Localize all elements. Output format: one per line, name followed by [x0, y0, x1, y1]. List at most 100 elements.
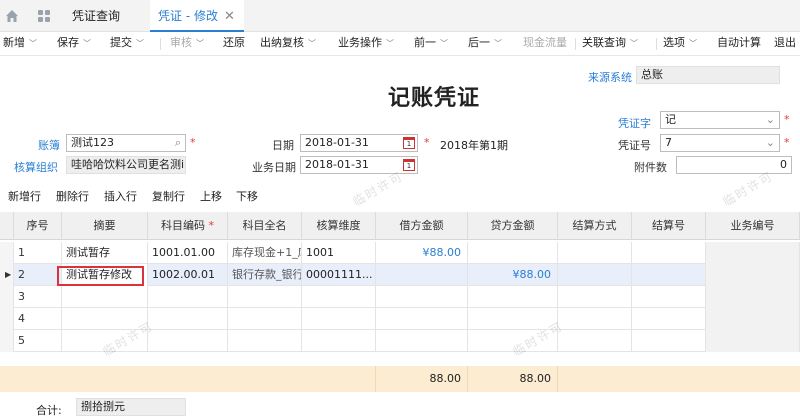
- delete-row-button[interactable]: 删除行: [56, 188, 89, 204]
- voucher-word-select[interactable]: 记 ⌄: [660, 111, 780, 129]
- account-code-cell[interactable]: [148, 308, 228, 330]
- book-field[interactable]: 测试123 ⌕: [66, 134, 186, 152]
- move-up-button[interactable]: 上移: [200, 188, 222, 204]
- add-row-button[interactable]: 新增行: [8, 188, 41, 204]
- date-field[interactable]: 2018-01-31 1: [300, 134, 418, 152]
- account-code-cell[interactable]: [148, 286, 228, 308]
- account-name-cell[interactable]: 库存现金+1_库: [228, 242, 302, 264]
- debit-cell[interactable]: ¥88.00: [376, 242, 468, 264]
- settle-no-cell[interactable]: [632, 264, 706, 286]
- chevron-down-icon[interactable]: ﹀: [440, 39, 448, 48]
- credit-cell[interactable]: [468, 242, 558, 264]
- period-text: 2018年第1期: [440, 139, 508, 152]
- account-name-cell[interactable]: [228, 308, 302, 330]
- cashier-review-button[interactable]: 出纳复核 ﹀: [260, 32, 316, 56]
- row-index: 2: [14, 264, 62, 286]
- debit-cell[interactable]: [376, 330, 468, 352]
- audit-button[interactable]: 审核 ﹀: [170, 32, 204, 56]
- settle-method-cell[interactable]: [558, 242, 632, 264]
- submit-button[interactable]: 提交 ﹀: [110, 32, 144, 56]
- settle-method-cell[interactable]: [558, 330, 632, 352]
- debit-cell[interactable]: [376, 308, 468, 330]
- attachments-label: 附件数: [634, 161, 667, 174]
- settle-no-cell[interactable]: [632, 308, 706, 330]
- required-mark: *: [190, 136, 196, 149]
- account-code-cell[interactable]: 1001.01.00: [148, 242, 228, 264]
- chevron-down-icon[interactable]: ﹀: [630, 39, 638, 48]
- org-field: 哇哈哈饮料公司更名测i: [66, 156, 186, 174]
- insert-row-button[interactable]: 插入行: [104, 188, 137, 204]
- settle-method-cell[interactable]: [558, 308, 632, 330]
- chevron-down-icon[interactable]: ﹀: [689, 39, 697, 48]
- chevron-down-icon[interactable]: ﹀: [494, 39, 502, 48]
- dimension-cell[interactable]: [302, 308, 376, 330]
- chevron-down-icon[interactable]: ⌄: [766, 135, 775, 151]
- next-button[interactable]: 后一 ﹀: [468, 32, 502, 56]
- home-icon[interactable]: [4, 8, 20, 24]
- business-no-cell[interactable]: [706, 242, 800, 264]
- attachments-field[interactable]: 0: [676, 156, 792, 174]
- settle-method-cell[interactable]: [558, 264, 632, 286]
- copy-row-button[interactable]: 复制行: [152, 188, 185, 204]
- options-button[interactable]: 选项 ﹀: [663, 32, 697, 56]
- related-query-button[interactable]: 关联查询 ﹀: [582, 32, 638, 56]
- apps-grid-icon[interactable]: [36, 8, 52, 24]
- dimension-cell[interactable]: 00001111...: [302, 264, 376, 286]
- restore-button[interactable]: 还原: [223, 32, 245, 56]
- save-button[interactable]: 保存 ﹀: [57, 32, 91, 56]
- previous-button[interactable]: 前一 ﹀: [414, 32, 448, 56]
- business-no-cell[interactable]: [706, 330, 800, 352]
- settle-method-cell[interactable]: [558, 286, 632, 308]
- chevron-down-icon[interactable]: ﹀: [308, 39, 316, 48]
- cash-flow-button[interactable]: 现金流量: [523, 32, 567, 56]
- move-down-button[interactable]: 下移: [236, 188, 258, 204]
- business-no-cell[interactable]: [706, 286, 800, 308]
- debit-cell[interactable]: [376, 286, 468, 308]
- table-row[interactable]: 3: [0, 286, 800, 308]
- column-header-account-code: 科目编码 *: [148, 212, 228, 240]
- auto-calc-button[interactable]: 自动计算: [717, 32, 761, 56]
- chevron-down-icon[interactable]: ﹀: [29, 39, 37, 48]
- chevron-down-icon[interactable]: ﹀: [83, 39, 91, 48]
- voucher-no-select[interactable]: 7 ⌄: [660, 134, 780, 152]
- dimension-cell[interactable]: [302, 286, 376, 308]
- chevron-down-icon[interactable]: ﹀: [386, 39, 394, 48]
- settle-no-cell[interactable]: [632, 330, 706, 352]
- column-header-settle-method: 结算方式: [558, 212, 632, 240]
- chevron-down-icon[interactable]: ﹀: [136, 39, 144, 48]
- chevron-down-icon[interactable]: ﹀: [196, 39, 204, 48]
- dimension-cell[interactable]: [302, 330, 376, 352]
- search-icon[interactable]: ⌕: [175, 135, 181, 151]
- account-name-cell[interactable]: [228, 330, 302, 352]
- credit-cell[interactable]: [468, 286, 558, 308]
- table-row[interactable]: 4: [0, 308, 800, 330]
- close-icon[interactable]: ✕: [224, 9, 235, 24]
- dimension-cell[interactable]: 1001: [302, 242, 376, 264]
- new-button[interactable]: 新增 ﹀: [3, 32, 37, 56]
- account-name-cell[interactable]: [228, 286, 302, 308]
- settle-no-cell[interactable]: [632, 242, 706, 264]
- business-no-cell[interactable]: [706, 308, 800, 330]
- tab-voucher-query[interactable]: 凭证查询: [72, 0, 142, 32]
- total-debit: 88.00: [376, 366, 468, 392]
- calendar-icon[interactable]: 1: [403, 159, 415, 171]
- biz-date-label: 业务日期: [252, 161, 296, 174]
- calendar-icon[interactable]: 1: [403, 137, 415, 149]
- table-row[interactable]: 1 测试暂存 1001.01.00 库存现金+1_库 1001 ¥88.00: [0, 242, 800, 264]
- exit-button[interactable]: 退出: [774, 32, 796, 56]
- account-code-cell[interactable]: [148, 330, 228, 352]
- chevron-down-icon[interactable]: ⌄: [766, 112, 775, 128]
- row-index: 1: [14, 242, 62, 264]
- column-header-credit: 贷方金额: [468, 212, 558, 240]
- summary-cell[interactable]: [62, 286, 148, 308]
- tab-voucher-edit[interactable]: 凭证 - 修改 ✕: [150, 0, 244, 32]
- debit-cell[interactable]: [376, 264, 468, 286]
- page-title: 记账凭证: [388, 86, 481, 111]
- business-no-cell[interactable]: [706, 264, 800, 286]
- business-ops-button[interactable]: 业务操作 ﹀: [338, 32, 394, 56]
- summary-cell[interactable]: 测试暂存: [62, 242, 148, 264]
- account-name-cell[interactable]: 银行存款_银行: [228, 264, 302, 286]
- settle-no-cell[interactable]: [632, 286, 706, 308]
- account-code-cell[interactable]: 1002.00.01: [148, 264, 228, 286]
- credit-cell[interactable]: ¥88.00: [468, 264, 558, 286]
